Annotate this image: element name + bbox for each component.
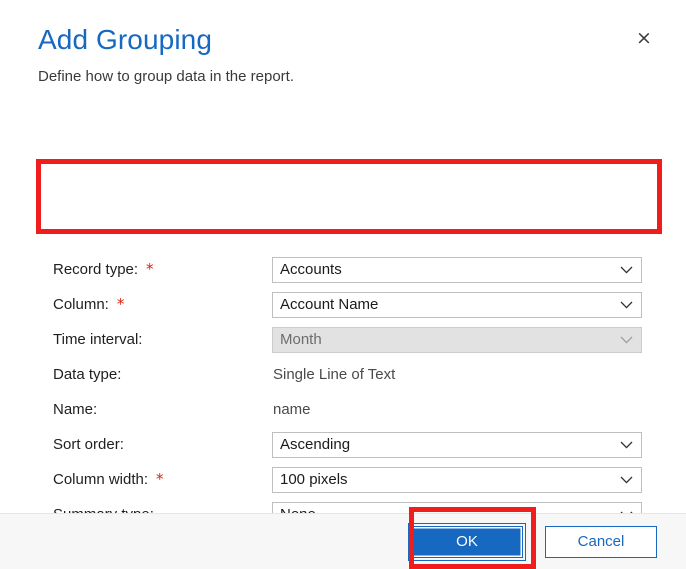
label-time-interval-text: Time interval: [53, 330, 143, 348]
required-asterisk-icon: * [156, 469, 164, 488]
ok-button[interactable]: OK [408, 522, 526, 561]
cancel-button[interactable]: Cancel [545, 525, 657, 558]
add-grouping-dialog: Add Grouping Define how to group data in… [0, 0, 686, 569]
chevron-down-icon [615, 476, 637, 484]
required-asterisk-icon: * [146, 259, 154, 278]
column-width-value: 100 pixels [280, 470, 348, 488]
label-column-width-text: Column width: [53, 470, 149, 488]
dialog-body: Record type: * Accounts Column: * Accoun… [0, 87, 686, 528]
data-type-value: Single Line of Text [273, 365, 396, 383]
column-value: Account Name [280, 295, 379, 313]
form-row-record-type: Record type: * Accounts [53, 252, 643, 287]
dialog-header: Add Grouping Define how to group data in… [0, 0, 686, 87]
label-column-width: Column width: * [53, 471, 272, 489]
form-row-sort-order: Sort order: Ascending [53, 427, 643, 462]
dialog-subtitle: Define how to group data in the report. [38, 68, 294, 85]
label-name: Name: [53, 401, 272, 419]
name-value: name [273, 400, 311, 418]
chevron-down-icon [615, 336, 637, 344]
label-record-type-text: Record type: [53, 260, 139, 278]
grouping-form: Record type: * Accounts Column: * Accoun… [53, 252, 643, 532]
label-column: Column: * [53, 296, 272, 314]
close-icon: × [636, 26, 652, 49]
label-column-text: Column: [53, 295, 109, 313]
column-dropdown[interactable]: Account Name [272, 291, 642, 318]
chevron-down-icon [615, 441, 637, 449]
record-type-dropdown[interactable]: Accounts [272, 256, 642, 283]
time-interval-dropdown: Month [272, 326, 642, 353]
label-time-interval: Time interval: [53, 331, 272, 349]
form-row-time-interval: Time interval: Month [53, 322, 643, 357]
sort-order-dropdown[interactable]: Ascending [272, 431, 642, 458]
dialog-footer: OK Cancel [0, 513, 686, 569]
column-width-dropdown[interactable]: 100 pixels [272, 466, 642, 493]
sort-order-value: Ascending [280, 435, 351, 453]
form-row-column: Column: * Account Name [53, 287, 643, 322]
chevron-down-icon [615, 301, 637, 309]
form-row-column-width: Column width: * 100 pixels [53, 462, 643, 497]
required-asterisk-icon: * [116, 294, 125, 313]
close-button[interactable]: × [628, 22, 660, 54]
form-row-name: Name: name [53, 392, 643, 427]
label-sort-order: Sort order: [53, 436, 272, 454]
form-row-data-type: Data type: Single Line of Text [53, 357, 643, 392]
label-data-type: Data type: [53, 366, 272, 384]
page-title: Add Grouping [38, 24, 212, 55]
chevron-down-icon [615, 266, 637, 274]
label-sort-order-text: Sort order: [53, 435, 124, 453]
record-type-value: Accounts [280, 260, 342, 278]
label-name-text: Name: [53, 400, 98, 418]
label-data-type-text: Data type: [53, 365, 122, 383]
label-record-type: Record type: * [53, 261, 272, 279]
time-interval-value: Month [280, 330, 322, 348]
